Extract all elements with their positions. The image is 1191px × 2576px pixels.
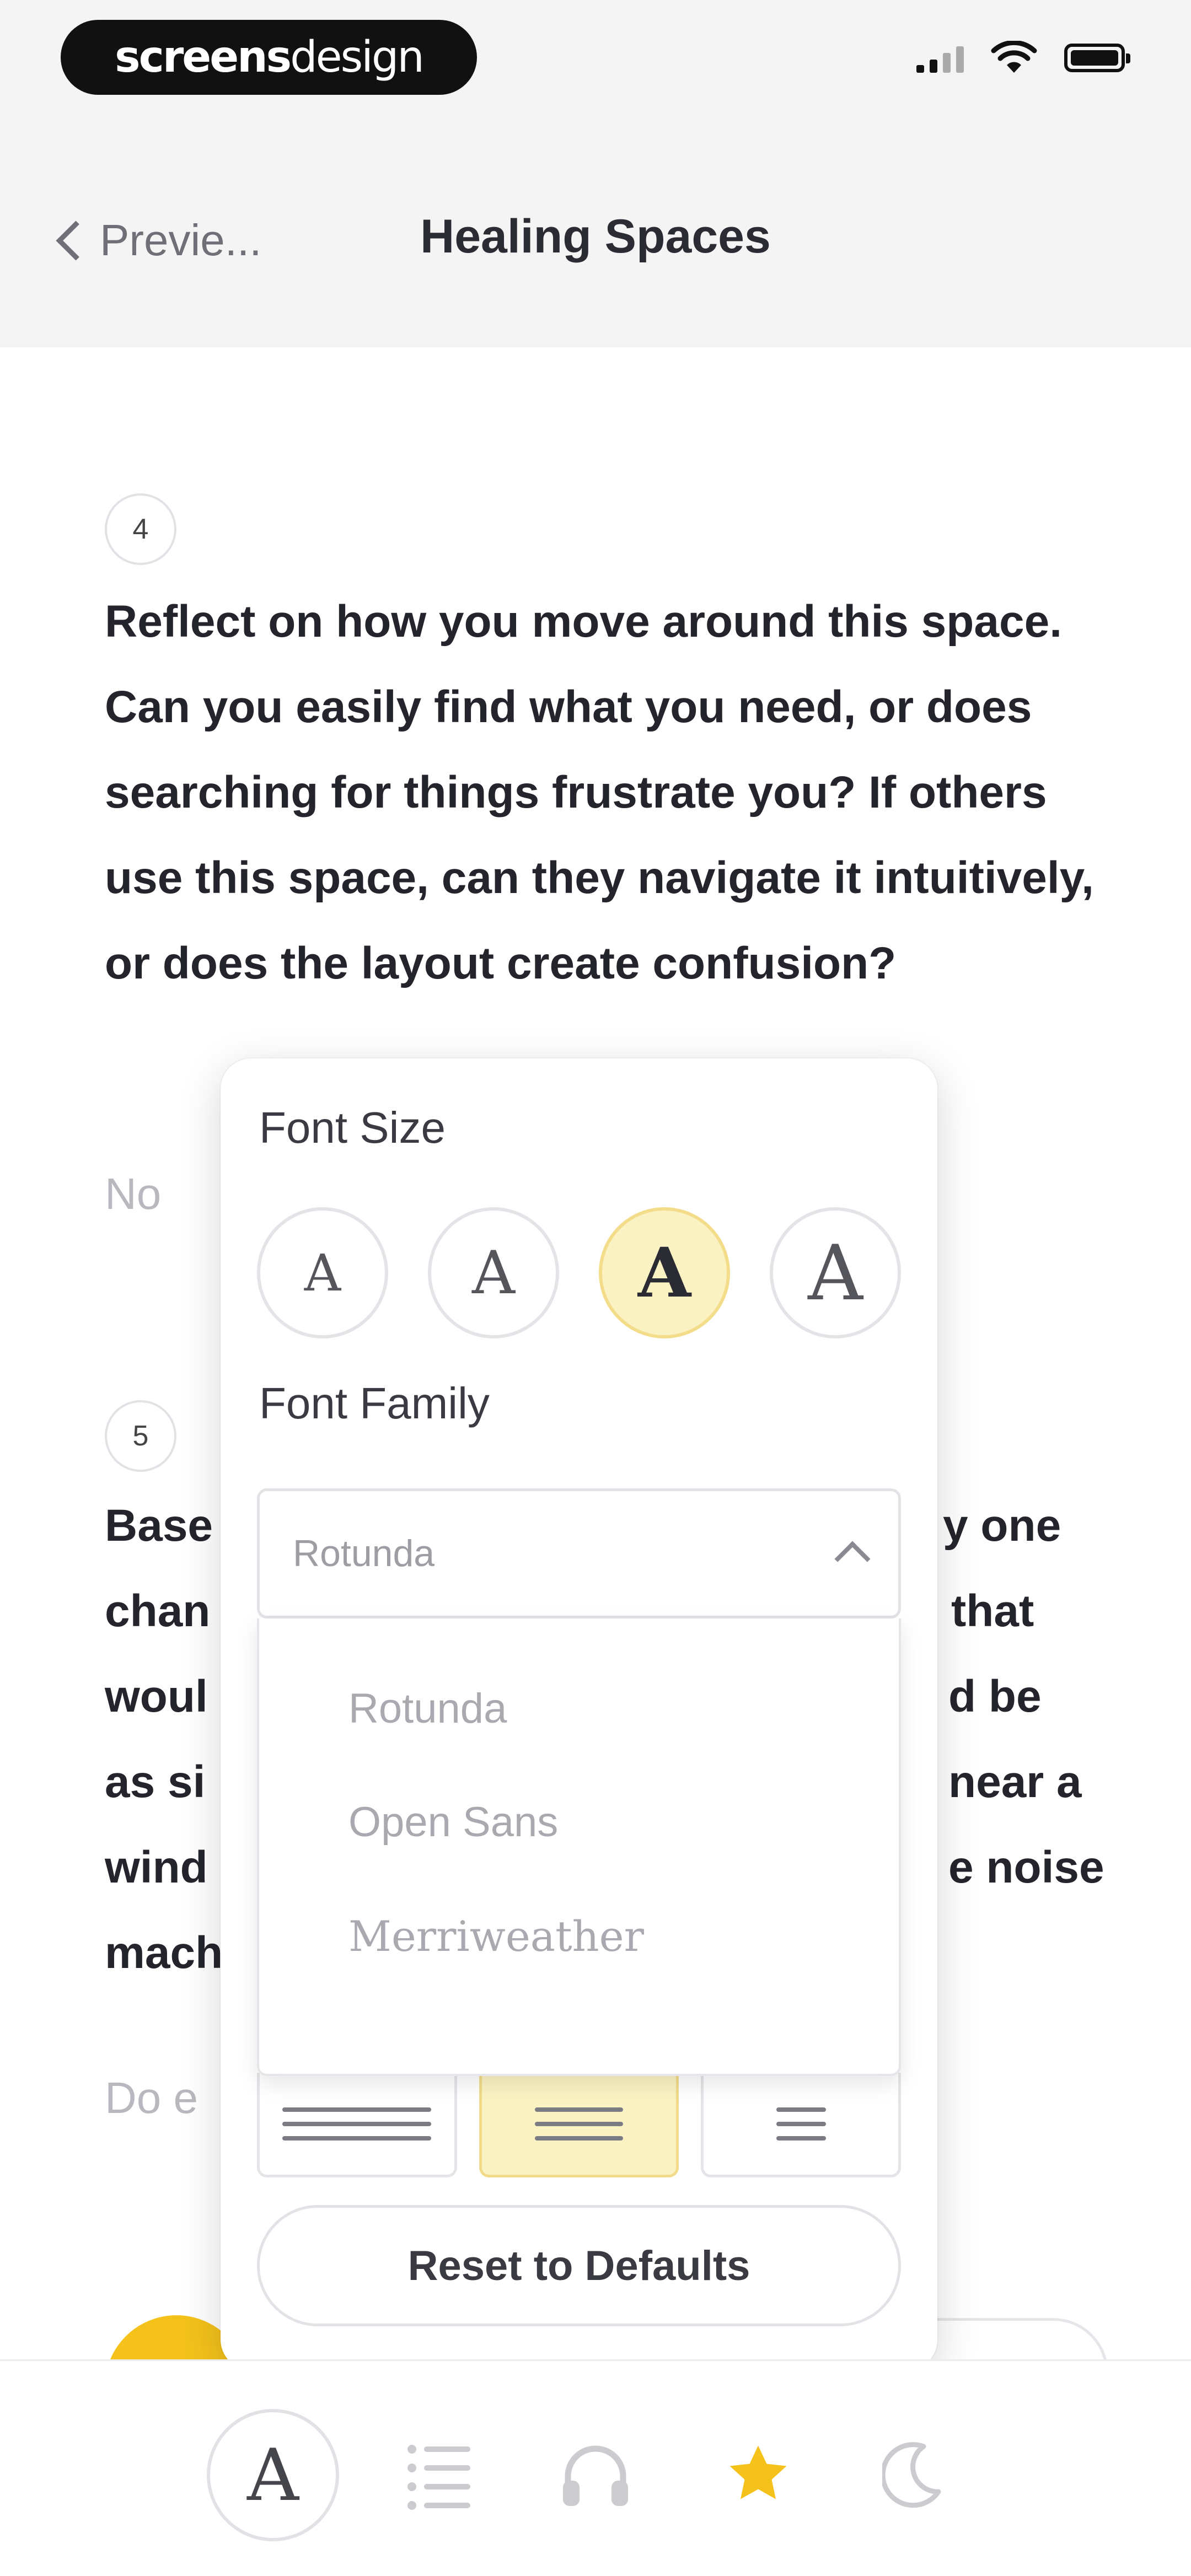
list-tab[interactable] (400, 2409, 477, 2541)
question-text-fragment: chan (105, 1586, 211, 1636)
chevron-up-icon (834, 1541, 871, 1577)
moon-icon (882, 2442, 941, 2508)
list-icon (407, 2445, 470, 2510)
question-text-fragment: e noise (948, 1842, 1104, 1892)
font-family-option-rotunda[interactable]: Rotunda (259, 1685, 899, 1798)
font-family-dropdown: Rotunda Open Sans Merriweather (257, 1618, 901, 2076)
font-family-value: Rotunda (293, 1532, 435, 1574)
font-family-option-open-sans[interactable]: Open Sans (259, 1798, 899, 1912)
brand-bold-text: screens (115, 33, 292, 82)
line-spacing-option-normal[interactable] (479, 2073, 679, 2177)
question-text-fragment: that (951, 1586, 1034, 1636)
question-text-fragment: y one (943, 1501, 1061, 1551)
font-size-options: A A A A (257, 1207, 901, 1338)
font-size-option-xlarge[interactable]: A (770, 1207, 901, 1338)
question-text-fragment: Base (105, 1501, 213, 1551)
answer-input[interactable]: No (105, 1169, 161, 1219)
answer-input[interactable]: Do e (105, 2073, 198, 2123)
question-number-badge: 5 (105, 1400, 176, 1472)
font-settings-tab[interactable]: A (207, 2409, 339, 2541)
question-text-fragment: d be (948, 1671, 1042, 1722)
font-family-option-merriweather[interactable]: Merriweather (259, 1912, 899, 2025)
font-size-label: Font Size (259, 1103, 446, 1152)
question-number-badge: 4 (105, 493, 176, 565)
question-text-fragment: mach (105, 1928, 223, 1978)
wifi-icon (991, 41, 1037, 73)
star-icon (729, 2445, 787, 2499)
question-text-fragment: woul (105, 1671, 208, 1722)
line-spacing-options (257, 2073, 902, 2177)
page-title: Healing Spaces (420, 210, 771, 263)
font-family-select[interactable]: Rotunda (257, 1488, 901, 1618)
reading-settings-popup: Font Size A A A A Font Family Rotunda Ro… (221, 1058, 937, 2370)
favorites-tab[interactable] (717, 2409, 800, 2541)
brand-logo: screens design (61, 20, 477, 95)
question-text: Reflect on how you move around this spac… (105, 596, 1094, 988)
question-text-fragment: near a (948, 1757, 1082, 1807)
audio-tab[interactable] (557, 2409, 634, 2541)
status-icons (916, 39, 1130, 77)
question-text-fragment: wind (105, 1842, 208, 1892)
font-family-label: Font Family (259, 1379, 490, 1428)
question-text-fragment: as si (105, 1757, 206, 1807)
brand-light-text: design (290, 33, 425, 82)
font-size-option-medium[interactable]: A (428, 1207, 559, 1338)
font-size-option-large[interactable]: A (599, 1207, 730, 1338)
night-mode-tab[interactable] (871, 2409, 954, 2541)
headphones-icon (563, 2445, 628, 2506)
font-size-option-small[interactable]: A (257, 1207, 388, 1338)
battery-icon (1064, 44, 1130, 72)
line-spacing-option-tight[interactable] (257, 2073, 457, 2177)
line-spacing-option-loose[interactable] (701, 2073, 902, 2177)
reset-defaults-button[interactable]: Reset to Defaults (257, 2205, 901, 2326)
cellular-signal-icon (916, 43, 964, 73)
